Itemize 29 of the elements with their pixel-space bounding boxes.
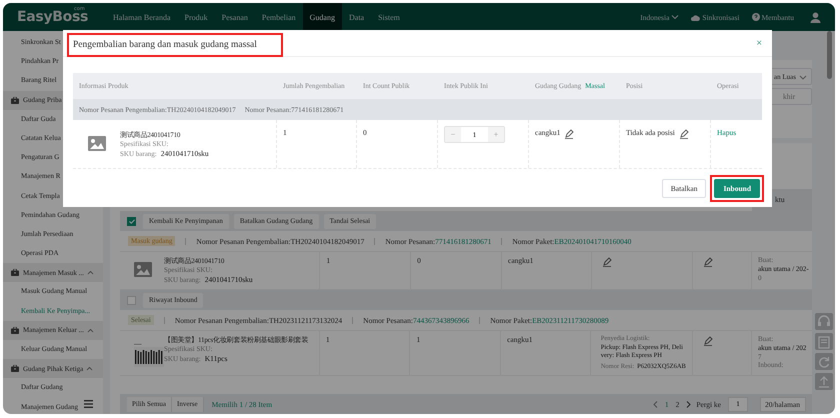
briefcase-icon	[11, 365, 19, 372]
briefcase-icon	[11, 326, 19, 334]
close-button[interactable]: ×	[756, 38, 762, 48]
user-icon[interactable]	[810, 12, 821, 22]
edit-icon[interactable]	[678, 128, 689, 139]
checkbox[interactable]	[127, 296, 136, 304]
edit-icon[interactable]	[702, 335, 713, 346]
check-icon	[128, 218, 134, 224]
chevron-down-icon	[671, 14, 680, 20]
checkbox[interactable]	[127, 216, 136, 226]
briefcase-icon	[11, 96, 19, 104]
book-icon	[816, 334, 832, 350]
image-placeholder-icon	[134, 262, 152, 277]
chevron-right-icon[interactable]	[686, 400, 692, 408]
edit-icon[interactable]	[602, 256, 612, 267]
logo: EasyBoss	[17, 9, 88, 25]
chevron-left-icon[interactable]	[652, 400, 658, 408]
briefcase-icon	[11, 269, 19, 276]
help-icon	[752, 13, 760, 21]
menu-icon[interactable]	[84, 400, 93, 408]
chevron-down-icon	[799, 74, 807, 80]
cloud-icon	[691, 14, 700, 20]
nav-tab[interactable]: Gudang	[302, 3, 342, 31]
dialog-title: Pengembalian barang dan masuk gudang massal	[73, 40, 257, 50]
edit-icon[interactable]	[702, 256, 713, 267]
edit-icon[interactable]	[564, 128, 574, 139]
scrollbar-thumb[interactable]	[827, 31, 832, 79]
image-placeholder-icon	[88, 136, 106, 151]
upload-icon	[816, 374, 832, 390]
